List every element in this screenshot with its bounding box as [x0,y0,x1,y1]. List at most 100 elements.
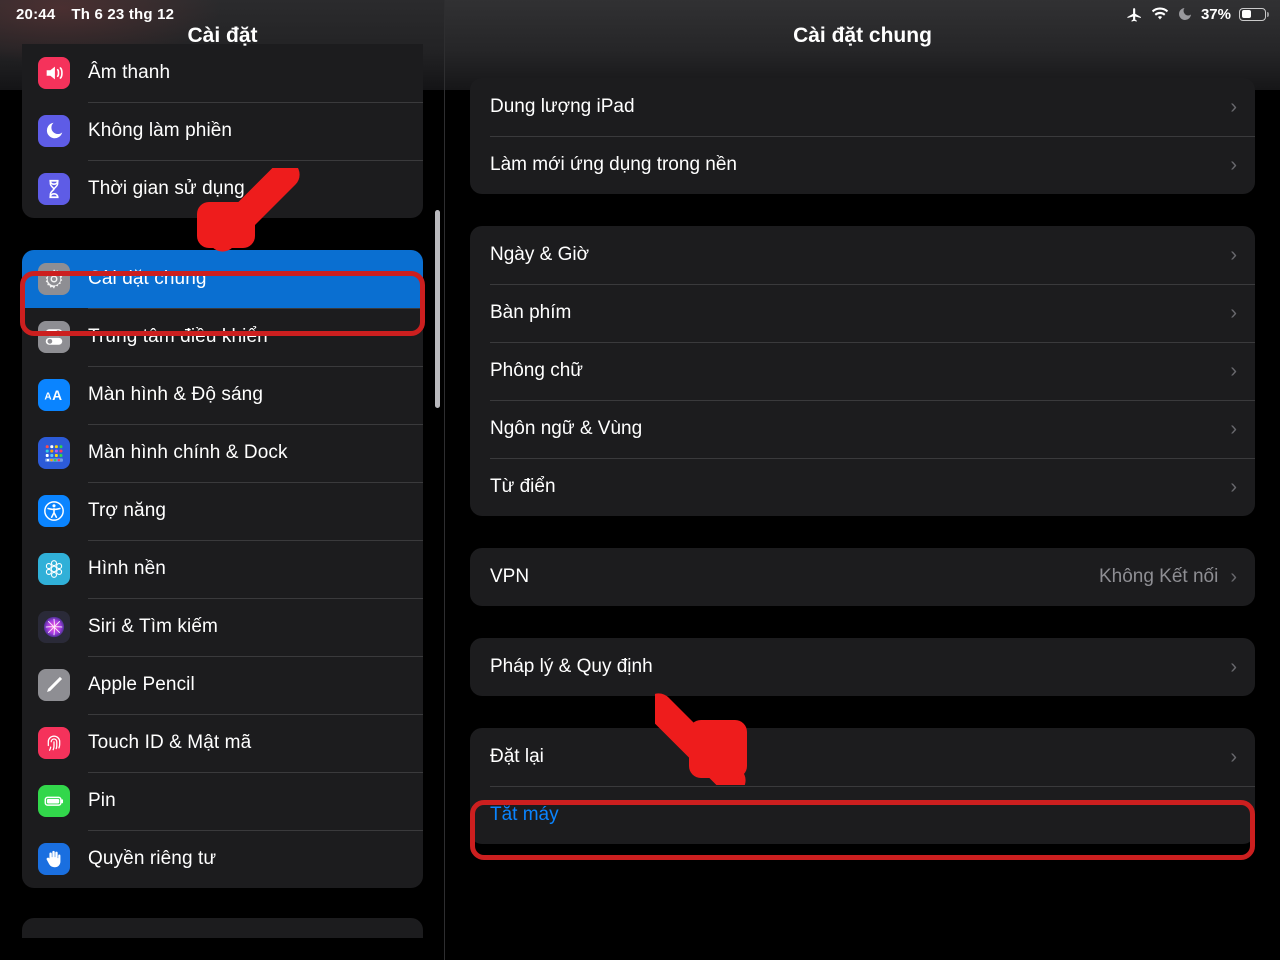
moon-icon [38,115,70,147]
detail-row[interactable]: Phông chữ › [470,342,1255,400]
detail-row-label: Tắt máy [490,804,559,825]
home-screen-dock-icon [38,437,70,469]
sidebar-item-6[interactable]: Màn hình chính & Dock [22,424,423,482]
detail-group-0: Dung lượng iPad › Làm mới ứng dụng trong n… [470,78,1255,194]
detail-row-label: Bàn phím [490,302,572,323]
detail-row[interactable]: VPN Không Kết nối › [470,548,1255,606]
screen-root: Cài đặt Âm thanh Không làm phiền Thời gian… [0,0,1280,960]
detail-row-accessory: › [1218,747,1237,767]
detail-group-2: VPN Không Kết nối › [470,548,1255,606]
detail-row-label: Dung lượng iPad [490,96,635,117]
accessibility-icon [38,495,70,527]
sidebar-scrollbar-thumb[interactable] [435,210,440,408]
detail-row[interactable]: Từ điển › [470,458,1255,516]
detail-row[interactable]: Tắt máy [470,786,1255,844]
sidebar-item-label: Trợ năng [88,482,423,540]
detail-row-accessory: › [1218,97,1237,117]
sidebar-item-label: Trung tâm điều khiển [88,308,423,366]
detail-row-accessory: › [1218,657,1237,677]
chevron-right-icon: › [1230,566,1237,588]
status-bar: 20:44 Th 6 23 thg 12 37% [0,0,1280,28]
wallpaper-icon [38,553,70,585]
gear-icon [38,263,70,295]
sidebar-item-13[interactable]: Quyền riêng tư [22,830,423,888]
sidebar-scroll-area[interactable]: Âm thanh Không làm phiền Thời gian sử dụng… [0,44,445,938]
pane-divider [444,0,445,960]
sidebar-item-label: Cài đặt chung [88,268,207,289]
sidebar-item-1[interactable]: Không làm phiền [22,102,423,160]
svg-text:A: A [44,392,52,403]
detail-row[interactable]: Làm mới ứng dụng trong nền › [470,136,1255,194]
sidebar-item-label: Pin [88,772,423,830]
detail-group-1: Ngày & Giờ › Bàn phím › Phông chữ › Ngôn ngữ &… [470,226,1255,516]
chevron-right-icon: › [1230,418,1237,440]
detail-row-label: Ngày & Giờ [490,244,590,265]
detail-group-4: Đặt lại › Tắt máy [470,728,1255,844]
status-date: Th 6 23 thg 12 [71,5,175,23]
detail-row[interactable]: Ngôn ngữ & Vùng › [470,400,1255,458]
sidebar-item-label: Apple Pencil [88,656,423,714]
detail-row-value: Không Kết nối [1098,566,1219,587]
battery-green-icon [38,785,70,817]
sidebar-item-label: Không làm phiền [88,102,423,160]
detail-row-label: Ngôn ngữ & Vùng [490,418,643,439]
chevron-right-icon: › [1230,746,1237,768]
sidebar-group: Cài đặt chung Trung tâm điều khiển A A Màn h… [22,250,423,888]
hourglass-icon [38,173,70,205]
detail-row-label: Từ điển [490,476,556,497]
sidebar-item-label: Touch ID & Mật mã [88,714,423,772]
status-time: 20:44 [16,5,56,23]
sidebar-item-9[interactable]: Siri & Tìm kiếm [22,598,423,656]
chevron-right-icon: › [1230,302,1237,324]
sidebar-item-11[interactable]: Touch ID & Mật mã [22,714,423,772]
sidebar-item-10[interactable]: Apple Pencil [22,656,423,714]
detail-scroll-area[interactable]: Dung lượng iPad › Làm mới ứng dụng trong n… [445,78,1280,844]
detail-row[interactable]: Dung lượng iPad › [470,78,1255,136]
sidebar-item-2[interactable]: Thời gian sử dụng [22,160,423,218]
airplane-mode-icon [1126,6,1143,23]
sidebar-item-label: Thời gian sử dụng [88,160,423,218]
detail-row[interactable]: Đặt lại › [470,728,1255,786]
privacy-hand-icon [38,843,70,875]
detail-row-accessory: › [1218,361,1237,381]
detail-row-accessory: Không Kết nối › [1099,566,1237,588]
detail-row-label: Phông chữ [490,360,584,381]
battery-icon [1239,7,1269,21]
control-center-icon [38,321,70,353]
detail-row[interactable]: Ngày & Giờ › [470,226,1255,284]
sidebar-item-label: Màn hình chính & Dock [88,424,423,482]
battery-percent-label: 37% [1200,5,1231,23]
sidebar-item-label: Quyền riêng tư [88,830,423,888]
general-settings-pane: Cài đặt chung Dung lượng iPad › Làm mới ứn… [445,0,1280,960]
sidebar-item-label: Hình nền [88,540,423,598]
detail-row-accessory: › [1218,245,1237,265]
chevron-right-icon: › [1230,244,1237,266]
detail-row-accessory: › [1218,155,1237,175]
chevron-right-icon: › [1230,96,1237,118]
sidebar-item-12[interactable]: Pin [22,772,423,830]
detail-row-label: VPN [490,566,530,587]
sidebar-item-7[interactable]: Trợ năng [22,482,423,540]
detail-row-accessory: › [1218,419,1237,439]
sidebar-item-4[interactable]: Trung tâm điều khiển [22,308,423,366]
fingerprint-icon [38,727,70,759]
siri-icon [38,611,70,643]
chevron-right-icon: › [1230,154,1237,176]
detail-row-label: Pháp lý & Quy định [490,656,653,677]
detail-row-accessory: › [1218,477,1237,497]
settings-sidebar-pane: Cài đặt Âm thanh Không làm phiền Thời gian… [0,0,445,960]
sidebar-group-partial [22,918,423,938]
sidebar-item-5[interactable]: A A Màn hình & Độ sáng [22,366,423,424]
detail-row[interactable]: Bàn phím › [470,284,1255,342]
sidebar-item-3[interactable]: Cài đặt chung [22,250,423,308]
pencil-icon [38,669,70,701]
detail-row[interactable]: Pháp lý & Quy định › [470,638,1255,696]
sidebar-item-8[interactable]: Hình nền [22,540,423,598]
status-bar-left: 20:44 Th 6 23 thg 12 [16,6,174,23]
chevron-right-icon: › [1230,476,1237,498]
detail-group-3: Pháp lý & Quy định › [470,638,1255,696]
chevron-right-icon: › [1230,656,1237,678]
